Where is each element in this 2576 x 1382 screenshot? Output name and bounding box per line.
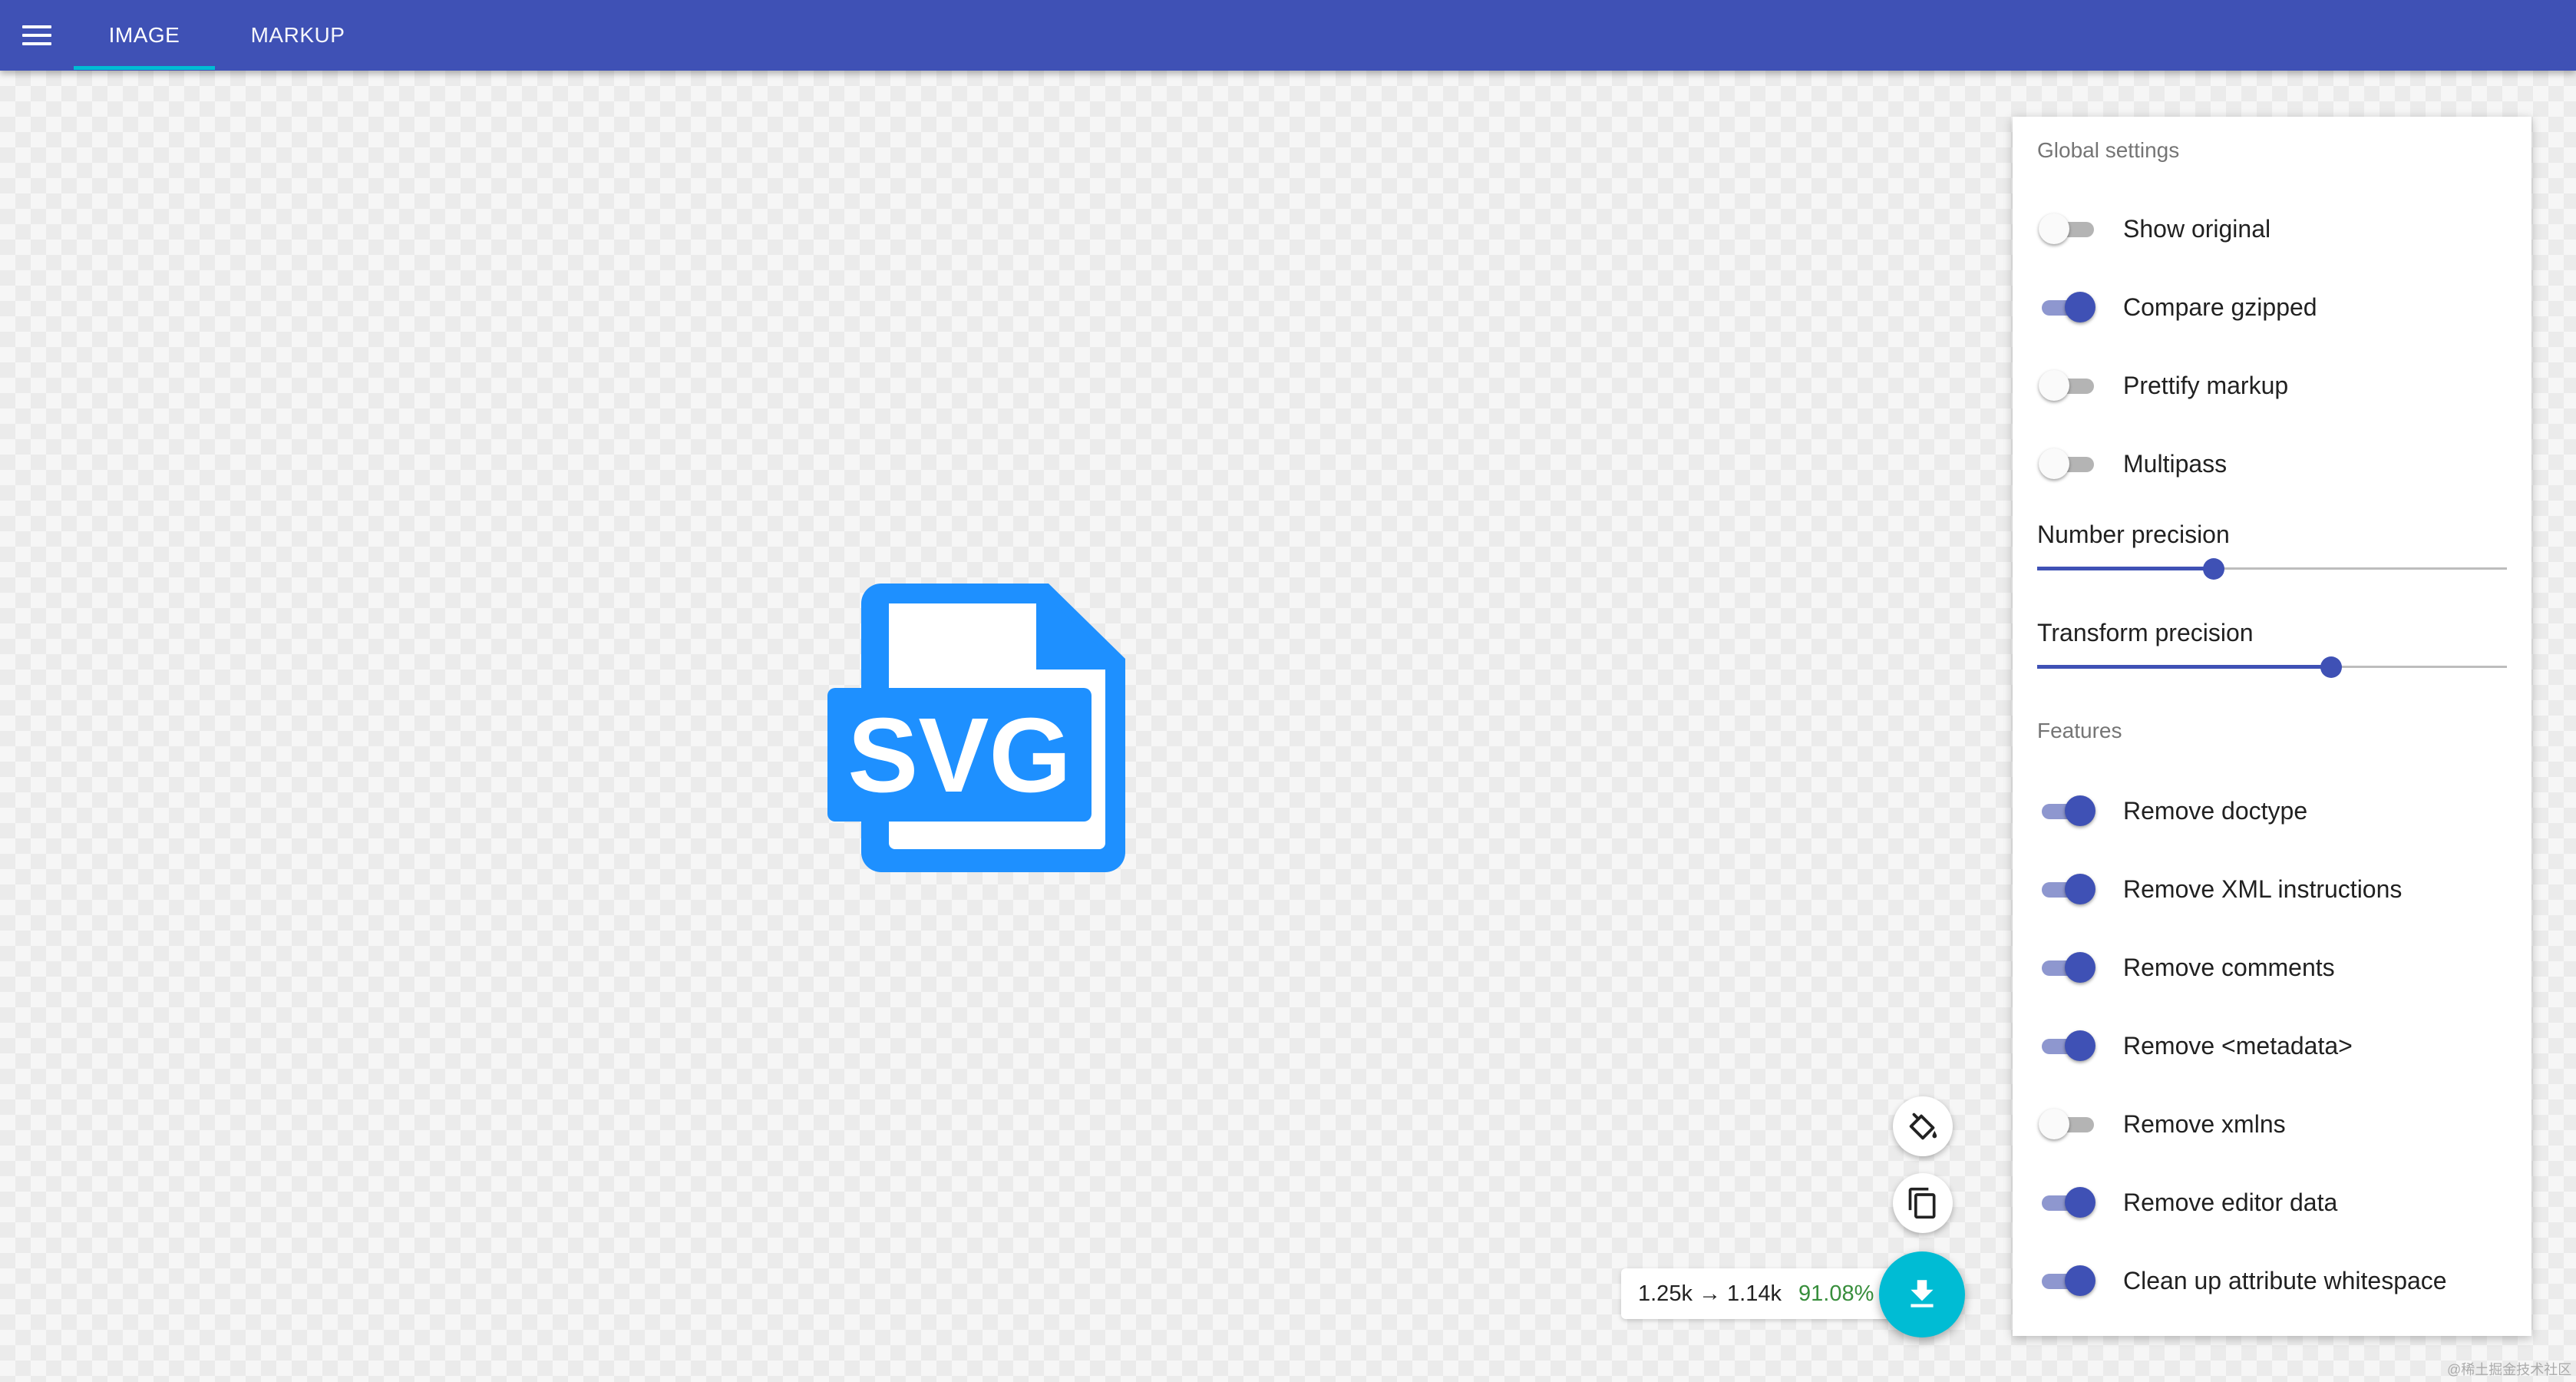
copy-icon bbox=[1908, 1187, 1936, 1219]
toggle-show-original[interactable]: Show original bbox=[2037, 206, 2513, 252]
number-precision-label: Number precision bbox=[2037, 521, 2230, 548]
toggle-label: Remove comments bbox=[2123, 953, 2335, 981]
size-result: 1.25k → 1.14k 91.08% bbox=[1621, 1268, 1908, 1319]
size-percent: 91.08% bbox=[1798, 1281, 1874, 1306]
switch[interactable] bbox=[2037, 951, 2097, 984]
toggle-label: Remove XML instructions bbox=[2123, 874, 2403, 903]
toggle-label: Multipass bbox=[2123, 449, 2228, 478]
menu-button[interactable] bbox=[14, 12, 60, 58]
svg-file-icon: SVG bbox=[827, 584, 1125, 872]
toggle-remove-editor-data[interactable]: Remove editor data bbox=[2037, 1179, 2513, 1225]
switch[interactable] bbox=[2037, 290, 2097, 324]
toggle-remove-doctype[interactable]: Remove doctype bbox=[2037, 788, 2513, 834]
toggle-prettify-markup[interactable]: Prettify markup bbox=[2037, 362, 2513, 408]
active-tab-indicator bbox=[74, 66, 215, 70]
app-window: IMAGE MARKUP SVG 1.25k → 1.14k 91.08% Gl… bbox=[0, 0, 2576, 1382]
switch[interactable] bbox=[2037, 369, 2097, 402]
toggle-remove-xml-instructions[interactable]: Remove XML instructions bbox=[2037, 866, 2513, 912]
menu-icon bbox=[22, 25, 51, 45]
toggle-label: Prettify markup bbox=[2123, 371, 2289, 399]
transform-precision-slider[interactable] bbox=[2037, 656, 2507, 679]
paint-background-button[interactable] bbox=[1893, 1096, 1953, 1156]
top-app-bar: IMAGE MARKUP bbox=[0, 0, 2576, 71]
toggle-label: Clean up attribute whitespace bbox=[2123, 1266, 2447, 1294]
toggle-label: Remove <metadata> bbox=[2123, 1031, 2353, 1060]
transform-precision-label: Transform precision bbox=[2037, 619, 2254, 646]
toggle-label: Remove xmlns bbox=[2123, 1109, 2286, 1138]
number-precision-slider[interactable] bbox=[2037, 557, 2507, 580]
toggle-label: Show original bbox=[2123, 214, 2271, 243]
slider-thumb[interactable] bbox=[2202, 558, 2224, 580]
toggle-remove-xmlns[interactable]: Remove xmlns bbox=[2037, 1101, 2513, 1147]
tab-image[interactable]: IMAGE bbox=[74, 0, 215, 71]
paint-bucket-icon bbox=[1909, 1113, 1937, 1140]
global-settings-title: Global settings bbox=[2037, 138, 2180, 162]
switch[interactable] bbox=[2037, 1107, 2097, 1141]
switch[interactable] bbox=[2037, 794, 2097, 828]
toggle-multipass[interactable]: Multipass bbox=[2037, 441, 2513, 487]
toggle-remove-metadata[interactable]: Remove <metadata> bbox=[2037, 1023, 2513, 1069]
watermark: @稀土掘金技术社区 bbox=[2447, 1362, 2572, 1377]
copy-button[interactable] bbox=[1893, 1173, 1953, 1233]
switch[interactable] bbox=[2037, 1029, 2097, 1063]
toggle-cleanup-attribute-whitespace[interactable]: Clean up attribute whitespace bbox=[2037, 1258, 2513, 1304]
switch[interactable] bbox=[2037, 447, 2097, 481]
toggle-label: Remove doctype bbox=[2123, 796, 2308, 825]
features-title: Features bbox=[2037, 719, 2122, 742]
tab-markup[interactable]: MARKUP bbox=[223, 0, 373, 71]
switch[interactable] bbox=[2037, 1264, 2097, 1298]
toggle-remove-comments[interactable]: Remove comments bbox=[2037, 944, 2513, 990]
switch[interactable] bbox=[2037, 1185, 2097, 1219]
settings-panel: Global settings Show original Compare gz… bbox=[2013, 117, 2531, 1336]
size-change-text: 1.25k → 1.14k bbox=[1638, 1281, 1782, 1306]
toggle-compare-gzipped[interactable]: Compare gzipped bbox=[2037, 284, 2513, 330]
switch[interactable] bbox=[2037, 872, 2097, 906]
svg-badge-text: SVG bbox=[847, 696, 1071, 815]
slider-thumb[interactable] bbox=[2320, 656, 2342, 678]
download-button[interactable] bbox=[1879, 1251, 1965, 1337]
toggle-label: Remove editor data bbox=[2123, 1188, 2338, 1216]
switch[interactable] bbox=[2037, 212, 2097, 246]
download-icon bbox=[1911, 1280, 1934, 1308]
toggle-label: Compare gzipped bbox=[2123, 293, 2317, 321]
